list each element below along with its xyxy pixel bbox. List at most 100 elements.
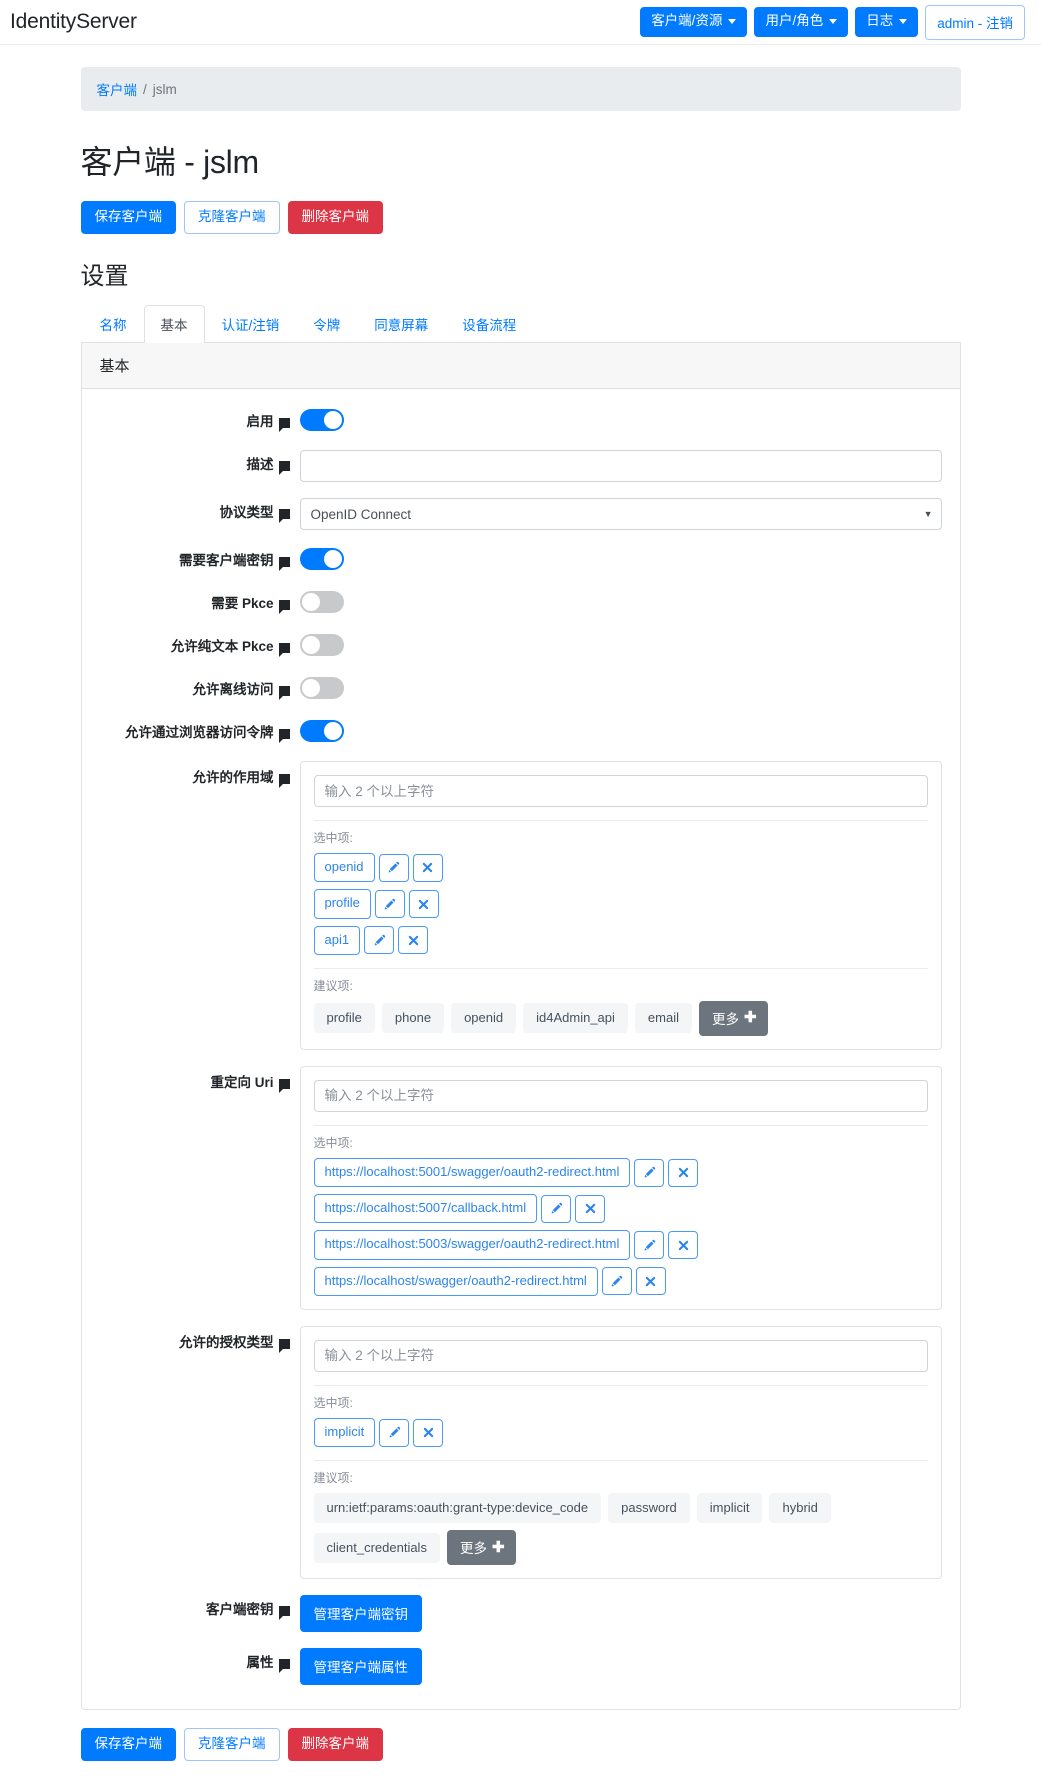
protocol-type-select[interactable]: OpenID Connect [299, 498, 942, 531]
field-row-properties: 属性 管理客户端属性 [100, 1648, 942, 1686]
toggle-knob [323, 411, 342, 430]
allowed-grant-types-more-button[interactable]: 更多 ✚ [446, 1530, 516, 1566]
control-allow-access-tokens-via-browser [299, 718, 942, 745]
allowed-grant-types-selected-caption: 选中项: [313, 1395, 353, 1410]
divider [313, 967, 928, 969]
suggestion-chip[interactable]: phone [381, 1003, 445, 1034]
chip-value[interactable]: https://localhost:5007/callback.html [313, 1194, 538, 1224]
chevron-down-icon [728, 19, 737, 24]
suggestion-chip[interactable]: openid [451, 1003, 517, 1034]
label-require-pkce-text: 需要 Pkce [211, 596, 274, 612]
chip-value[interactable]: profile [313, 889, 371, 919]
chip-value[interactable]: openid [313, 853, 375, 883]
toggle-allow-plain-text-pkce[interactable] [299, 634, 344, 657]
account-logout-button[interactable]: admin - 注销 [925, 4, 1025, 40]
label-client-secrets: 客户端密钥 [100, 1595, 300, 1620]
field-row-allow-access-tokens-via-browser: 允许通过浏览器访问令牌 [100, 718, 942, 745]
save-client-button[interactable]: 保存客户端 [80, 201, 176, 235]
allowed-grant-types-search-input[interactable] [313, 1339, 928, 1372]
close-icon[interactable] [413, 1418, 444, 1447]
allowed-scopes-search-input[interactable] [313, 775, 928, 808]
label-allow-plain-text-pkce-text: 允许纯文本 Pkce [170, 639, 274, 655]
close-icon[interactable] [668, 1158, 699, 1187]
suggestion-chip[interactable]: client_credentials [313, 1532, 440, 1563]
delete-client-button[interactable]: 删除客户端 [287, 201, 383, 235]
pencil-icon[interactable] [634, 1158, 665, 1187]
toggle-require-client-secret[interactable] [299, 548, 344, 571]
label-allowed-grant-types: 允许的授权类型 [100, 1326, 300, 1353]
pencil-icon[interactable] [379, 1418, 410, 1447]
pencil-icon[interactable] [374, 890, 405, 919]
tab-authentication-logout[interactable]: 认证/注销 [205, 305, 297, 343]
tab-device-flow[interactable]: 设备流程 [445, 305, 533, 343]
close-icon[interactable] [398, 926, 429, 955]
speech-bubble-icon [278, 417, 290, 432]
close-icon[interactable] [412, 853, 443, 882]
plus-icon: ✚ [743, 1009, 757, 1027]
manage-client-secrets-button[interactable]: 管理客户端密钥 [299, 1595, 422, 1633]
control-require-pkce [299, 589, 942, 616]
clone-client-button[interactable]: 克隆客户端 [184, 201, 280, 235]
more-label: 更多 [711, 1011, 739, 1027]
list-item: openid [313, 853, 928, 883]
nav-menu-users-roles[interactable]: 用户/角色 [754, 7, 849, 37]
chip-value[interactable]: implicit [313, 1417, 376, 1448]
pencil-icon[interactable] [364, 926, 395, 955]
pencil-icon[interactable] [541, 1194, 572, 1223]
suggestion-chip[interactable]: urn:ietf:params:oauth:grant-type:device_… [313, 1493, 602, 1524]
basics-card-header: 基本 [81, 343, 960, 390]
tab-names[interactable]: 名称 [83, 305, 144, 343]
suggestion-chip[interactable]: profile [313, 1003, 375, 1034]
nav-menu-logs[interactable]: 日志 [855, 7, 919, 37]
description-input[interactable] [299, 450, 942, 483]
brand-logo[interactable]: IdentityServer [10, 10, 137, 34]
manage-client-properties-button[interactable]: 管理客户端属性 [299, 1648, 422, 1686]
suggestion-chip[interactable]: password [608, 1493, 690, 1524]
close-icon[interactable] [668, 1231, 699, 1260]
tab-consent-screen[interactable]: 同意屏幕 [357, 305, 445, 343]
label-redirect-uris: 重定向 Uri [100, 1066, 300, 1093]
speech-bubble-icon [278, 1605, 290, 1620]
page-title: 客户端 - jslm [80, 144, 260, 180]
pencil-icon[interactable] [634, 1231, 665, 1260]
list-item: https://localhost:5001/swagger/oauth2-re… [313, 1157, 928, 1188]
tab-basics[interactable]: 基本 [143, 305, 205, 344]
chip-value[interactable]: https://localhost:5003/swagger/oauth2-re… [313, 1230, 631, 1260]
allowed-grant-types-suggested-caption: 建议项: [313, 1471, 353, 1486]
label-protocol-type-text: 协议类型 [219, 505, 274, 521]
toggle-allow-offline-access[interactable] [299, 677, 344, 700]
pencil-icon[interactable] [378, 853, 409, 882]
toggle-enabled[interactable] [299, 409, 344, 432]
label-allowed-scopes-text: 允许的作用域 [192, 770, 274, 786]
close-icon[interactable] [408, 890, 439, 919]
pencil-icon[interactable] [601, 1267, 632, 1296]
toggle-knob [301, 679, 320, 698]
suggestion-chip[interactable]: hybrid [769, 1493, 831, 1524]
close-icon[interactable] [635, 1267, 666, 1296]
speech-bubble-icon [278, 556, 290, 571]
nav-menu-clients-resources[interactable]: 客户端/资源 [640, 7, 748, 37]
toggle-knob [323, 550, 342, 569]
chevron-down-icon [829, 19, 838, 24]
tab-tokens[interactable]: 令牌 [296, 305, 357, 343]
clone-client-button-bottom[interactable]: 克隆客户端 [184, 1728, 280, 1762]
suggestion-chip[interactable]: email [634, 1003, 692, 1034]
label-require-client-secret-text: 需要客户端密钥 [179, 553, 274, 569]
redirect-uris-search-input[interactable] [313, 1079, 928, 1112]
toggle-allow-access-tokens-via-browser[interactable] [299, 720, 344, 743]
chip-value[interactable]: https://localhost:5001/swagger/oauth2-re… [313, 1157, 631, 1188]
list-item: https://localhost:5003/swagger/oauth2-re… [313, 1230, 928, 1260]
toggle-require-pkce[interactable] [299, 591, 344, 614]
close-icon[interactable] [575, 1194, 606, 1223]
field-row-allow-offline-access: 允许离线访问 [100, 675, 942, 702]
plus-icon: ✚ [491, 1538, 505, 1556]
suggestion-chip[interactable]: implicit [696, 1493, 763, 1524]
allowed-scopes-more-button[interactable]: 更多 ✚ [698, 1000, 768, 1036]
chip-value[interactable]: api1 [313, 925, 361, 955]
delete-client-button-bottom[interactable]: 删除客户端 [287, 1728, 383, 1762]
breadcrumb-link-clients[interactable]: 客户端 [97, 79, 138, 99]
chip-value[interactable]: https://localhost/swagger/oauth2-redirec… [313, 1266, 598, 1296]
save-client-button-bottom[interactable]: 保存客户端 [80, 1728, 176, 1762]
toggle-knob [301, 636, 320, 655]
suggestion-chip[interactable]: id4Admin_api [523, 1003, 628, 1034]
